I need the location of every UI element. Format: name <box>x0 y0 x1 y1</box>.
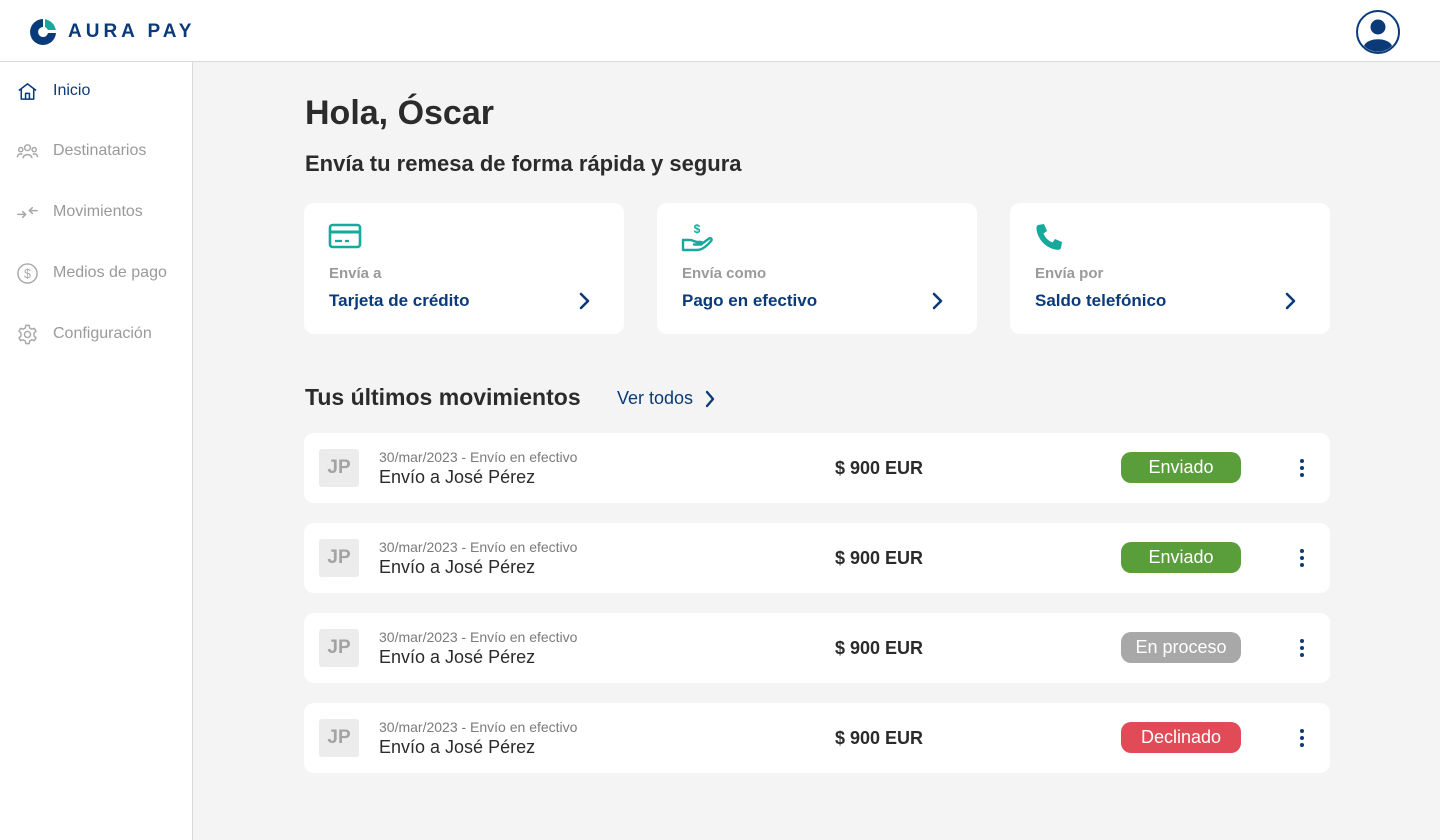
status-badge: En proceso <box>1121 632 1241 663</box>
sidebar-item-movimientos[interactable]: Movimientos <box>0 192 192 232</box>
phone-icon <box>1036 224 1062 250</box>
chevron-right-icon <box>932 292 943 310</box>
see-all-link[interactable]: Ver todos <box>617 388 717 409</box>
movement-meta: 30/mar/2023 - Envío en efectivo <box>379 449 578 465</box>
page-subtitle: Envía tu remesa de forma rápida y segura <box>305 151 742 176</box>
more-options-icon[interactable] <box>1294 457 1310 479</box>
gear-icon <box>18 324 37 345</box>
aura-logo-icon <box>30 19 56 45</box>
card-title: Pago en efectivo <box>682 291 818 310</box>
movement-amount: $ 900 EUR <box>835 638 924 658</box>
home-icon <box>18 83 37 100</box>
movement-row[interactable]: JP 30/mar/2023 - Envío en efectivo Envío… <box>304 703 1330 773</box>
recipient-avatar: JP <box>319 539 359 577</box>
more-options-icon[interactable] <box>1294 727 1310 749</box>
more-options-icon[interactable] <box>1294 547 1310 569</box>
movement-row[interactable]: JP 30/mar/2023 - Envío en efectivo Envío… <box>304 613 1330 683</box>
more-options-icon[interactable] <box>1294 637 1310 659</box>
card-caption: Envía por <box>1035 265 1104 282</box>
sidebar-item-inicio[interactable]: Inicio <box>0 71 192 111</box>
sidebar-item-label: Destinatarios <box>53 142 147 159</box>
card-caption: Envía como <box>682 265 767 282</box>
movement-meta: 30/mar/2023 - Envío en efectivo <box>379 719 578 735</box>
svg-text:$: $ <box>24 267 31 281</box>
card-caption: Envía a <box>329 265 382 282</box>
dollar-circle-icon: $ <box>17 263 38 284</box>
chevron-right-icon <box>579 292 590 310</box>
credit-card-icon <box>328 223 362 249</box>
sidebar-item-destinatarios[interactable]: Destinatarios <box>0 131 192 171</box>
user-avatar-icon[interactable] <box>1356 10 1400 54</box>
status-badge: Enviado <box>1121 452 1241 483</box>
status-badge: Enviado <box>1121 542 1241 573</box>
sidebar-item-configuracion[interactable]: Configuración <box>0 314 192 354</box>
send-cash-option[interactable]: $ Envía como Pago en efectivo <box>657 203 977 334</box>
recipient-avatar: JP <box>319 449 359 487</box>
movement-name: Envío a José Pérez <box>379 557 536 577</box>
sidebar-item-medios-de-pago[interactable]: $ Medios de pago <box>0 253 192 293</box>
brand-name: AURA PAY <box>68 21 196 42</box>
see-all-label: Ver todos <box>617 388 694 408</box>
sidebar-item-label: Medios de pago <box>53 264 167 281</box>
recipient-avatar: JP <box>319 719 359 757</box>
movement-meta: 30/mar/2023 - Envío en efectivo <box>379 629 578 645</box>
chevron-right-icon <box>1285 292 1296 310</box>
sidebar-item-label: Inicio <box>53 82 91 99</box>
brand-logo[interactable]: AURA PAY <box>28 17 195 47</box>
recipient-avatar: JP <box>319 629 359 667</box>
cash-hand-icon: $ <box>681 222 713 252</box>
status-badge: Declinado <box>1121 722 1241 753</box>
movement-meta: 30/mar/2023 - Envío en efectivo <box>379 539 578 555</box>
transfer-arrows-icon <box>17 206 38 219</box>
send-phone-balance-option[interactable]: Envía por Saldo telefónico <box>1010 203 1330 334</box>
chevron-right-icon <box>705 390 715 407</box>
movement-row[interactable]: JP 30/mar/2023 - Envío en efectivo Envío… <box>304 523 1330 593</box>
movement-amount: $ 900 EUR <box>835 728 924 748</box>
sidebar-item-label: Movimientos <box>53 203 143 220</box>
top-bar: AURA PAY <box>0 0 1440 62</box>
card-title: Tarjeta de crédito <box>329 291 470 310</box>
movement-name: Envío a José Pérez <box>379 647 536 667</box>
movement-row[interactable]: JP 30/mar/2023 - Envío en efectivo Envío… <box>304 433 1330 503</box>
movement-amount: $ 900 EUR <box>835 458 924 478</box>
movement-name: Envío a José Pérez <box>379 467 536 487</box>
movement-name: Envío a José Pérez <box>379 737 536 757</box>
movement-amount: $ 900 EUR <box>835 548 924 568</box>
page-title: Hola, Óscar <box>305 94 494 132</box>
svg-text:$: $ <box>694 222 701 236</box>
card-title: Saldo telefónico <box>1035 291 1167 310</box>
send-credit-card-option[interactable]: Envía a Tarjeta de crédito <box>304 203 624 334</box>
movements-title: Tus últimos movimientos <box>305 384 581 410</box>
sidebar-item-label: Configuración <box>53 325 152 342</box>
sidebar: Inicio Destinatarios Movimientos $ Medio… <box>0 62 193 840</box>
users-icon <box>16 144 39 159</box>
